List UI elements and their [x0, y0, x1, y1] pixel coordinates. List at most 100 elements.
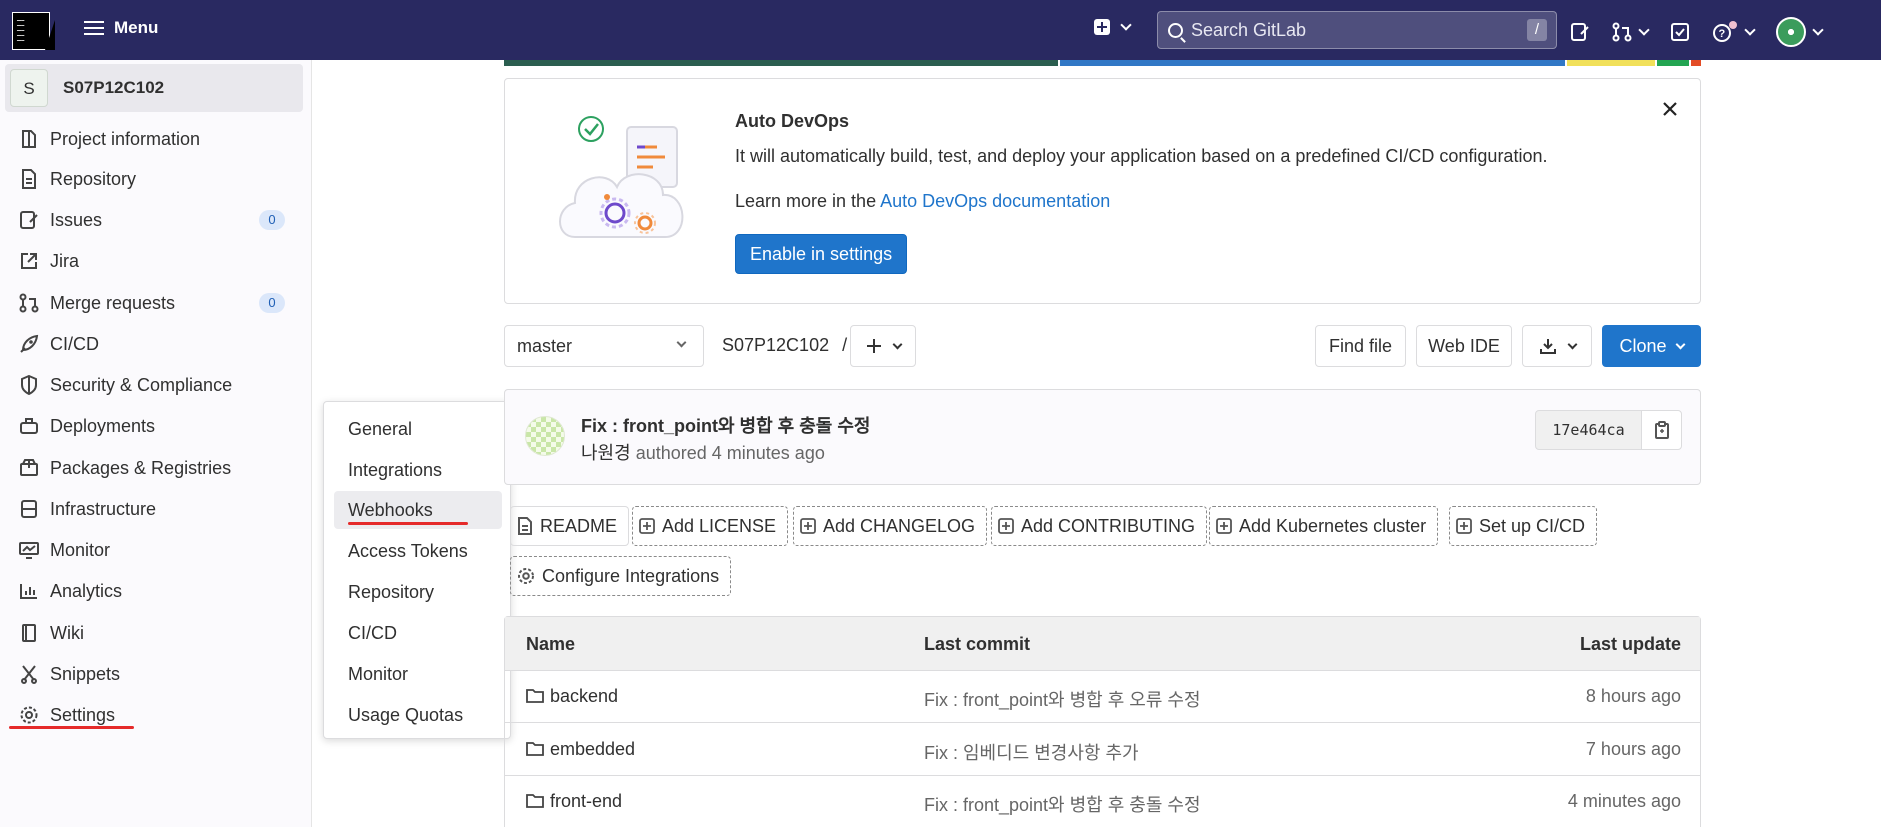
sidebar-item-analytics[interactable]: Analytics	[5, 573, 305, 609]
auto-devops-description: It will automatically build, test, and d…	[735, 146, 1548, 166]
commit-author-avatar[interactable]	[525, 416, 565, 456]
merge-requests-nav-button[interactable]	[1612, 22, 1650, 42]
find-file-button[interactable]: Find file	[1315, 325, 1406, 367]
sidebar-item-issues[interactable]: Issues 0	[5, 202, 305, 238]
last-update-cell: 4 minutes ago	[1567, 791, 1681, 811]
add-license-button[interactable]: Add LICENSE	[632, 506, 789, 546]
setup-ci-cd-button[interactable]: Set up CI/CD	[1449, 506, 1598, 546]
menu-button[interactable]: Menu	[84, 18, 158, 38]
deployments-icon	[18, 415, 40, 437]
settings-annotation-underline	[9, 726, 134, 729]
quick-action-label: Add CONTRIBUTING	[1021, 515, 1196, 536]
folder-icon	[526, 794, 544, 808]
chevron-down-icon	[1567, 339, 1577, 349]
issues-nav-button[interactable]	[1570, 22, 1590, 42]
sidebar-item-infrastructure[interactable]: Infrastructure	[5, 491, 305, 527]
readme-button[interactable]: README	[510, 506, 630, 546]
file-name-cell[interactable]: backend	[526, 686, 618, 707]
quick-action-label: Add CHANGELOG	[823, 515, 976, 536]
auto-devops-title: Auto DevOps	[735, 111, 850, 131]
commit-author-name[interactable]: 나원경	[581, 443, 631, 463]
sidebar-item-project-information[interactable]: Project information	[5, 121, 305, 157]
sidebar-item-label: Wiki	[50, 622, 84, 643]
add-changelog-button[interactable]: Add CHANGELOG	[793, 506, 988, 546]
file-name-cell[interactable]: embedded	[526, 739, 635, 760]
book-icon	[18, 622, 40, 644]
enable-in-settings-button[interactable]: Enable in settings	[735, 234, 908, 274]
clone-button[interactable]: Clone	[1602, 325, 1701, 367]
search-box[interactable]: /	[1157, 11, 1557, 49]
sidebar-item-label: Analytics	[50, 580, 123, 601]
commit-message-link[interactable]: Fix : front_point와 병합 후 충돌 수정	[581, 412, 870, 438]
repo-path-breadcrumb: S07P12C102 /	[722, 335, 847, 356]
sidebar-item-security-compliance[interactable]: Security & Compliance	[5, 367, 305, 403]
commit-message-cell[interactable]: Fix : front_point와 병합 후 충돌 수정	[924, 791, 1201, 817]
flyout-item-integrations[interactable]: Integrations	[334, 451, 502, 489]
download-dropdown-button[interactable]	[1522, 325, 1592, 367]
sidebar-item-monitor[interactable]: Monitor	[5, 532, 305, 568]
search-input[interactable]	[1191, 19, 1511, 41]
plus-square-icon	[1216, 518, 1232, 534]
search-shortcut-hint: /	[1527, 19, 1547, 41]
auto-devops-learn-more: Learn more in the Auto DevOps documentat…	[735, 191, 1110, 212]
gear-icon	[518, 568, 534, 584]
help-nav-button[interactable]: ?	[1712, 21, 1756, 43]
hamburger-icon	[84, 21, 104, 35]
project-avatar: S	[10, 69, 48, 107]
sidebar-item-deployments[interactable]: Deployments	[5, 408, 305, 444]
add-contributing-button[interactable]: Add CONTRIBUTING	[991, 506, 1208, 546]
table-row[interactable]: front-end Fix : front_point와 병합 후 충돌 수정 …	[505, 776, 1700, 827]
table-row[interactable]: backend Fix : front_point와 병합 후 오류 수정 8 …	[505, 671, 1700, 723]
sidebar-project-header[interactable]: S S07P12C102	[5, 64, 303, 112]
copy-icon	[1654, 421, 1669, 439]
auto-devops-docs-link[interactable]: Auto DevOps documentation	[880, 191, 1110, 211]
sidebar-item-jira[interactable]: Jira	[5, 243, 305, 279]
chevron-down-icon	[1675, 339, 1685, 349]
sidebar-item-wiki[interactable]: Wiki	[5, 615, 305, 651]
flyout-item-general[interactable]: General	[334, 410, 502, 448]
package-icon	[18, 457, 40, 479]
chart-icon	[18, 580, 40, 602]
configure-integrations-button[interactable]: Configure Integrations	[510, 556, 732, 596]
flyout-item-monitor[interactable]: Monitor	[334, 655, 502, 693]
sidebar-item-repository[interactable]: Repository	[5, 161, 305, 197]
plus-square-icon	[1094, 19, 1110, 35]
add-to-tree-dropdown[interactable]	[850, 325, 916, 367]
sidebar-item-label: Packages & Registries	[50, 457, 232, 478]
shield-icon	[18, 374, 40, 396]
sidebar-item-ci-cd[interactable]: CI/CD	[5, 326, 305, 362]
flyout-item-repository[interactable]: Repository	[334, 573, 502, 611]
sidebar-item-label: Jira	[50, 250, 80, 271]
learn-more-prefix: Learn more in the	[735, 191, 881, 211]
copy-sha-button[interactable]	[1641, 410, 1682, 450]
repo-path-link[interactable]: S07P12C102	[722, 335, 829, 355]
gear-icon	[18, 704, 40, 726]
commit-message-cell[interactable]: Fix : 임베디드 변경사항 추가	[924, 739, 1139, 765]
flyout-item-access-tokens[interactable]: Access Tokens	[334, 532, 502, 570]
file-name-cell[interactable]: front-end	[526, 791, 622, 812]
sidebar-item-label: Repository	[50, 168, 137, 189]
plus-square-icon	[1456, 518, 1472, 534]
close-icon[interactable]	[1660, 99, 1680, 119]
user-menu-button[interactable]	[1776, 17, 1824, 47]
sidebar-item-merge-requests[interactable]: Merge requests 0	[5, 285, 305, 321]
sidebar-item-packages-registries[interactable]: Packages & Registries	[5, 450, 305, 486]
file-name: front-end	[550, 791, 623, 811]
web-ide-button[interactable]: Web IDE	[1416, 325, 1512, 367]
repo-path-separator: /	[842, 335, 848, 355]
sidebar-item-label: Infrastructure	[50, 498, 157, 519]
commit-message-cell[interactable]: Fix : front_point와 병합 후 오류 수정	[924, 686, 1201, 712]
todos-nav-button[interactable]	[1670, 22, 1690, 42]
sidebar-item-snippets[interactable]: Snippets	[5, 656, 305, 692]
flyout-item-usage-quotas[interactable]: Usage Quotas	[334, 696, 502, 734]
branch-selector[interactable]: master	[504, 325, 704, 367]
add-kubernetes-cluster-button[interactable]: Add Kubernetes cluster	[1209, 506, 1439, 546]
download-icon	[1539, 339, 1556, 354]
todo-check-icon	[1671, 23, 1689, 41]
commit-sha[interactable]: 17e464ca	[1535, 410, 1642, 450]
new-dropdown-button[interactable]	[1094, 19, 1132, 35]
quick-action-label: Configure Integrations	[542, 565, 720, 586]
gitlab-logo[interactable]: ═══ ═══ ═══ ═══ ═══	[12, 12, 55, 50]
table-row[interactable]: embedded Fix : 임베디드 변경사항 추가 7 hours ago	[505, 724, 1700, 776]
flyout-item-ci-cd[interactable]: CI/CD	[334, 614, 502, 652]
